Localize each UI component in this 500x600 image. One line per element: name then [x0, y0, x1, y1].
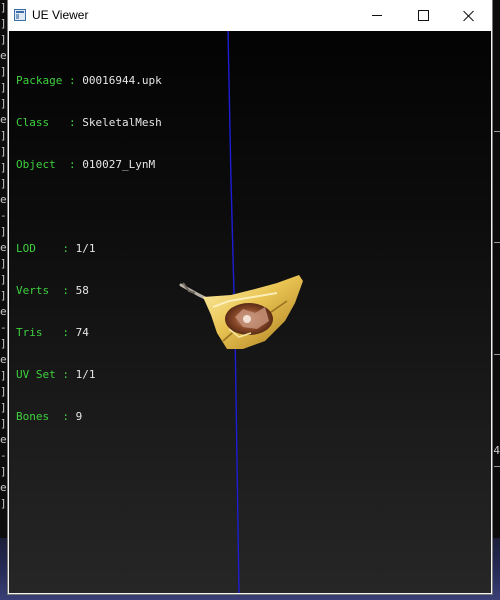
- app-window-icon[interactable]: [14, 9, 26, 21]
- console-glyph: ]: [0, 161, 7, 174]
- console-glyph: ]: [0, 417, 7, 430]
- console-tick: [494, 466, 500, 467]
- console-glyph: ]: [0, 81, 7, 94]
- console-glyph: ]: [0, 257, 7, 270]
- console-glyph: ]: [0, 401, 7, 414]
- info-row-bones: Bones : 9: [16, 410, 83, 423]
- console-glyph: e: [0, 305, 7, 318]
- minimize-button[interactable]: [354, 0, 400, 31]
- console-tick: [494, 131, 500, 132]
- console-tick: [494, 354, 500, 355]
- console-glyph: e: [0, 353, 7, 366]
- console-glyph: ]: [0, 497, 7, 510]
- console-glyph: ]: [0, 385, 7, 398]
- maximize-button[interactable]: [400, 0, 446, 31]
- console-glyph: e: [0, 113, 7, 126]
- console-glyph: ]: [0, 145, 7, 158]
- info-row-class: Class : SkeletalMesh: [16, 116, 162, 129]
- console-right-edge: 4: [492, 0, 500, 540]
- info-row-uv-set: UV Set : 1/1: [16, 368, 96, 381]
- console-glyph: e: [0, 193, 7, 206]
- console-right-label: 4: [493, 444, 500, 457]
- console-glyph: ]: [0, 289, 7, 302]
- console-glyph: ]: [0, 465, 7, 478]
- console-glyph: ]: [0, 225, 7, 238]
- console-left-edge: ]]] e]]] e]]]] e -] e]]] e -] e]]]] e -] e]: [0, 0, 8, 540]
- console-glyph: e: [0, 481, 7, 494]
- console-glyph: ]: [0, 177, 7, 190]
- 3d-viewport[interactable]: Package : 00016944.upk Class : SkeletalM…: [9, 31, 491, 593]
- console-glyph: e: [0, 49, 7, 62]
- console-glyph: ]: [0, 369, 7, 382]
- console-tick: [494, 242, 500, 243]
- console-glyph: ]: [0, 273, 7, 286]
- console-glyph: ]: [0, 65, 7, 78]
- maximize-icon: [417, 10, 429, 21]
- minimize-icon: [372, 15, 382, 16]
- title-bar[interactable]: UE Viewer: [8, 0, 492, 31]
- console-glyph: ]: [0, 129, 7, 142]
- console-glyph: -: [0, 321, 7, 334]
- console-glyph: ]: [0, 337, 7, 350]
- console-glyph: e: [0, 433, 7, 446]
- info-row-lod: LOD : 1/1: [16, 242, 96, 255]
- console-glyph: ]: [0, 97, 7, 110]
- window-title: UE Viewer: [32, 8, 89, 22]
- console-glyph: ]: [0, 33, 7, 46]
- console-glyph: -: [0, 209, 7, 222]
- skeletal-mesh-model[interactable]: [169, 271, 309, 356]
- console-glyph: -: [0, 449, 7, 462]
- console-glyph: e: [0, 241, 7, 254]
- close-icon: [463, 10, 475, 22]
- mesh-info-panel: Package : 00016944.upk Class : SkeletalM…: [16, 46, 162, 452]
- info-row-verts: Verts : 58: [16, 284, 89, 297]
- close-button[interactable]: [446, 0, 492, 31]
- console-glyph: ]: [0, 1, 7, 14]
- ue-viewer-window: UE Viewer Package : 00016944.upk Class :…: [8, 0, 492, 594]
- info-row-package: Package : 00016944.upk: [16, 74, 162, 87]
- info-row-object: Object : 010027_LynM: [16, 158, 156, 171]
- info-row-tris: Tris : 74: [16, 326, 89, 339]
- console-glyph: ]: [0, 17, 7, 30]
